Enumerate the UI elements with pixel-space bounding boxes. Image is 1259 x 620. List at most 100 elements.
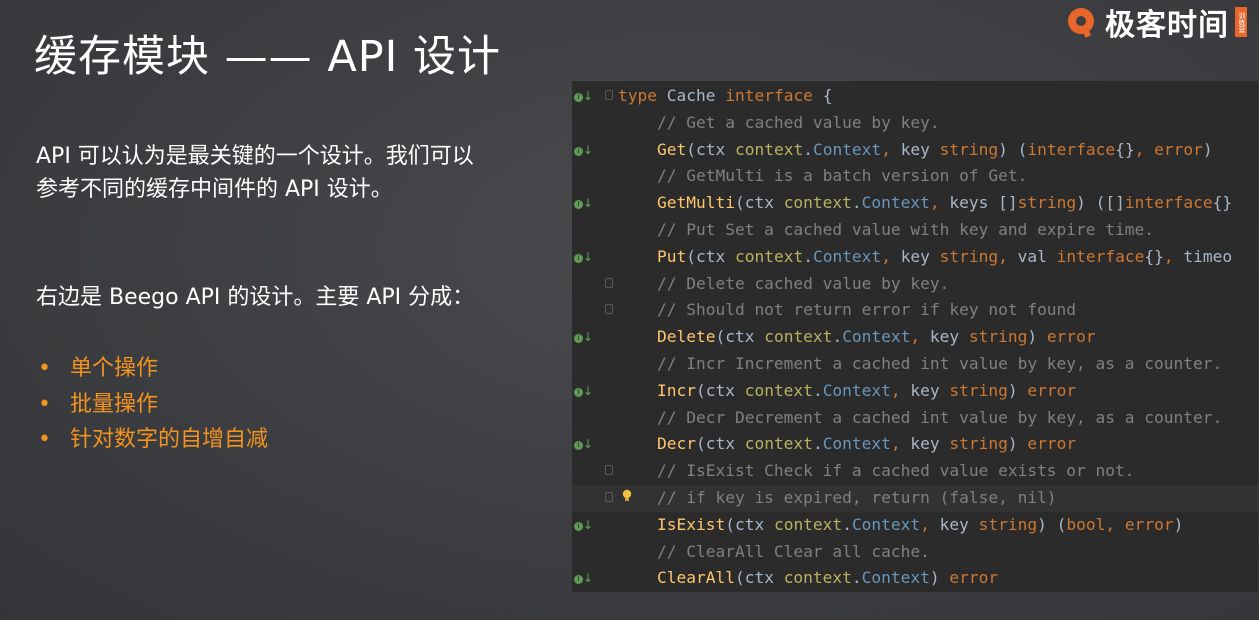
fold-marker-icon[interactable]	[605, 90, 613, 100]
code-token: ) ([]	[1076, 193, 1125, 213]
code-token: error	[949, 568, 999, 588]
code-token: .	[851, 568, 862, 588]
code-line[interactable]: // Delete cached value by key.	[572, 271, 1258, 298]
implemented-icon[interactable]: I ↓	[574, 88, 594, 104]
code-text: Incr(ctx context.Context, key string) er…	[618, 378, 1076, 405]
list-item-label: 针对数字的自增自减	[70, 427, 269, 452]
code-token: .	[803, 246, 813, 266]
code-token: // Put Set a cached value with key and e…	[618, 220, 1155, 239]
code-text: Put(ctx context.Context, key string, val…	[618, 244, 1232, 271]
implemented-icon[interactable]: I ↓	[574, 195, 594, 211]
code-token: )	[1027, 327, 1047, 347]
beego-note-paragraph: 右边是 Beego API 的设计。主要 API 分成：	[36, 285, 475, 310]
code-token: )	[1007, 434, 1028, 454]
code-line[interactable]: // Should not return error if key not fo…	[572, 297, 1258, 324]
code-token: string	[978, 514, 1038, 534]
bullet-marker: •	[38, 391, 51, 417]
fold-marker-icon[interactable]	[605, 492, 613, 502]
code-line[interactable]: I ↓ IsExist(ctx context.Context, key stri…	[572, 512, 1258, 539]
code-token: context	[744, 380, 813, 400]
code-line[interactable]: // IsExist Check if a cached value exist…	[572, 458, 1258, 485]
code-token: ClearAll	[656, 568, 735, 588]
code-token: string	[939, 139, 999, 159]
code-token: Get	[656, 139, 687, 159]
code-token: error	[1124, 514, 1174, 534]
code-token: ,	[890, 380, 911, 400]
code-token: (ctx	[695, 380, 745, 400]
code-line[interactable]: I ↓ GetMulti(ctx context.Context, keys []…	[572, 190, 1258, 217]
code-line[interactable]: // GetMulti is a batch version of Get.	[572, 163, 1258, 190]
code-line[interactable]: I ↓ ClearAll(ctx context.Context) error	[572, 565, 1258, 592]
code-token: ,	[1134, 139, 1155, 159]
code-token: Delete	[656, 327, 716, 347]
implemented-icon[interactable]: I ↓	[574, 383, 594, 399]
code-text: IsExist(ctx context.Context, key string)…	[618, 512, 1183, 539]
code-token: Context	[861, 193, 930, 213]
code-line[interactable]: // Put Set a cached value with key and e…	[572, 217, 1258, 244]
code-token: // Delete cached value by key.	[618, 273, 950, 293]
code-token: )	[1007, 380, 1028, 400]
code-token: string	[1017, 193, 1077, 213]
code-token: bool	[1066, 514, 1106, 534]
code-token: .	[812, 380, 823, 400]
code-editor-panel[interactable]: I ↓ type Cache interface { // Get a cached…	[572, 81, 1258, 592]
code-line[interactable]: I ↓ Incr(ctx context.Context, key string)…	[572, 378, 1258, 405]
code-line[interactable]: // Incr Increment a cached int value by …	[572, 351, 1258, 378]
code-line[interactable]: // Decr Decrement a cached int value by …	[572, 405, 1258, 432]
code-line[interactable]: I ↓ Decr(ctx context.Context, key string)…	[572, 431, 1258, 458]
implemented-icon[interactable]: I ↓	[574, 570, 594, 586]
code-token: type	[618, 86, 667, 105]
code-token: error	[1027, 380, 1077, 400]
fold-marker-icon[interactable]	[605, 304, 613, 315]
code-line[interactable]: I ↓ Put(ctx context.Context, key string, …	[572, 244, 1258, 271]
code-token: key	[929, 327, 969, 347]
code-token: )	[1202, 139, 1213, 159]
code-token: timeo	[1183, 246, 1233, 266]
implemented-icon[interactable]: I ↓	[574, 436, 594, 452]
code-token: // Incr Increment a cached int value by …	[618, 354, 1223, 373]
code-token: (ctx	[734, 568, 784, 588]
code-token: Context	[812, 139, 882, 159]
code-token: // Decr Decrement a cached int value by …	[618, 407, 1223, 427]
code-token: (ctx	[686, 246, 735, 266]
code-text: Decr(ctx context.Context, key string) er…	[618, 431, 1076, 458]
code-token: interface	[1124, 193, 1213, 213]
fold-marker-icon[interactable]	[605, 277, 613, 288]
slide-title: 缓存模块 —— API 设计	[34, 32, 502, 82]
implemented-icon[interactable]: I ↓	[574, 517, 594, 533]
code-token: Context	[851, 514, 921, 534]
implemented-icon[interactable]: I ↓	[574, 142, 594, 158]
code-token: Incr	[656, 380, 696, 400]
code-token: {}	[1212, 193, 1233, 213]
list-item: • 批量操作	[38, 387, 268, 423]
code-line[interactable]: // Get a cached value by key.	[572, 110, 1258, 137]
code-text: // IsExist Check if a cached value exist…	[618, 458, 1135, 485]
code-token: interface	[725, 86, 823, 105]
code-token: ,	[920, 514, 940, 534]
code-text: GetMulti(ctx context.Context, keys []str…	[618, 190, 1232, 217]
code-line[interactable]: I ↓ type Cache interface {	[572, 83, 1258, 110]
code-token: ,	[910, 327, 930, 347]
code-token: // Should not return error if key not fo…	[618, 300, 1077, 320]
code-line[interactable]: I ↓ Get(ctx context.Context, key string) …	[572, 137, 1258, 164]
code-token: ,	[1163, 246, 1184, 266]
code-token: error	[1154, 139, 1203, 159]
code-line[interactable]: // ClearAll Clear all cache.	[572, 539, 1258, 566]
code-token: key	[900, 139, 940, 159]
fold-marker-icon[interactable]	[605, 465, 613, 476]
code-line[interactable]: // if key is expired, return (false, nil…	[572, 485, 1258, 512]
code-token: ,	[881, 139, 901, 159]
code-token: key	[910, 434, 950, 454]
code-text: // Incr Increment a cached int value by …	[618, 351, 1222, 378]
code-token: )	[1173, 514, 1184, 534]
code-token: interface	[1056, 246, 1145, 266]
implemented-icon[interactable]: I ↓	[574, 329, 594, 345]
code-token: interface	[1027, 139, 1116, 159]
code-token: // ClearAll Clear all cache.	[618, 541, 930, 561]
code-token: key	[900, 246, 940, 266]
code-text: // Decr Decrement a cached int value by …	[618, 405, 1222, 432]
code-line[interactable]: I ↓ Delete(ctx context.Context, key strin…	[572, 324, 1258, 351]
implemented-icon[interactable]: I ↓	[574, 249, 594, 265]
